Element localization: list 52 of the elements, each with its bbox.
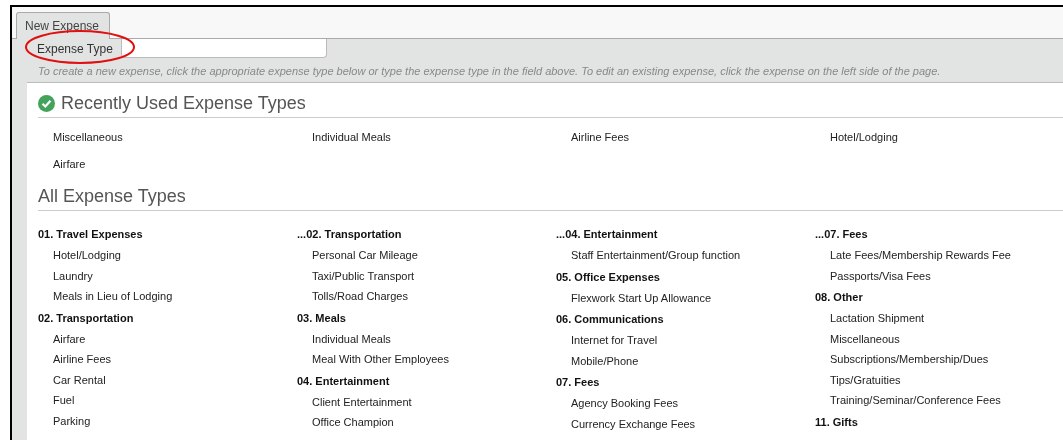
category-heading: ...04. Entertainment bbox=[556, 227, 658, 242]
input-field[interactable] bbox=[120, 39, 327, 58]
tab[interactable]: New Expense bbox=[16, 12, 110, 39]
expense-type-link[interactable]: Hotel/Lodging bbox=[38, 245, 121, 266]
expense-type-link[interactable]: Personal Car Mileage bbox=[297, 245, 418, 266]
expense-type-link[interactable]: Taxi/Public Transport bbox=[297, 265, 415, 286]
expense-type-link[interactable]: Passports/Visa Fees bbox=[815, 265, 931, 286]
expense-type-link[interactable]: Tips/Gratuities bbox=[815, 369, 901, 390]
category-heading: 11. Gifts bbox=[815, 414, 858, 430]
expense-type-link[interactable]: Tolls/Road Charges bbox=[297, 286, 408, 307]
category-heading: 05. Office Expenses bbox=[556, 269, 660, 285]
hint-text: To create a new expense, click the appropriate expense type below or type the expense type in the field above. To edit an existing expense, click the expense on the left side of the page. bbox=[37, 64, 942, 79]
category-heading: ...07. Fees bbox=[815, 227, 868, 242]
expense-type-link[interactable]: Airline Fees bbox=[38, 349, 112, 370]
expense-type-link[interactable]: Individual Meals bbox=[297, 328, 391, 349]
expense-type-link[interactable]: Airfare bbox=[38, 328, 86, 349]
expense-type-link[interactable]: Training/Seminar/Conference Fees bbox=[815, 390, 1001, 411]
category-heading: 08. Other bbox=[815, 290, 863, 305]
expense-type-link[interactable]: Internet for Travel bbox=[556, 330, 658, 351]
expense-type-link[interactable]: Subscriptions/Membership/Dues bbox=[815, 349, 989, 370]
expense-type-link[interactable]: Car Rental bbox=[38, 369, 106, 390]
expense-type-link[interactable]: Flexwork Start Up Allowance bbox=[556, 287, 711, 308]
expense-type-link[interactable]: Agency Booking Fees bbox=[556, 393, 678, 414]
expense-type-link[interactable]: Staff Entertainment/Group function bbox=[556, 245, 741, 266]
field-label: Expense Type bbox=[36, 41, 114, 56]
expense-type-link[interactable]: Individual Meals bbox=[312, 128, 391, 147]
section-title: Recently Used Expense Types bbox=[61, 92, 306, 114]
expense-type-link[interactable]: Currency Exchange Fees bbox=[556, 413, 696, 434]
category-heading: 03. Meals bbox=[297, 310, 346, 326]
category-heading: 07. Fees bbox=[556, 375, 600, 390]
expense-type-link[interactable]: Late Fees/Membership Rewards Fee bbox=[815, 245, 1011, 266]
expense-type-link[interactable]: Airline Fees bbox=[571, 128, 630, 147]
category-heading: 01. Travel Expenses bbox=[38, 227, 143, 242]
expense-type-link[interactable]: Miscellaneous bbox=[815, 328, 900, 349]
expense-type-link[interactable]: Fuel bbox=[38, 390, 75, 411]
section-title: All Expense Types bbox=[38, 185, 186, 207]
expense-type-link[interactable]: Client Entertainment bbox=[297, 391, 412, 412]
check-circle-icon bbox=[38, 94, 55, 112]
expense-type-link[interactable]: Meal With Other Employees bbox=[297, 349, 449, 370]
expense-type-link[interactable]: Laundry bbox=[38, 265, 93, 286]
expense-type-link[interactable]: Parking bbox=[38, 410, 91, 431]
expense-type-link[interactable]: Airfare bbox=[53, 155, 86, 174]
category-heading: ...02. Transportation bbox=[297, 227, 402, 242]
category-heading: 04. Entertainment bbox=[297, 373, 390, 389]
expense-type-link[interactable]: Meals in Lieu of Lodging bbox=[38, 286, 173, 307]
expense-type-link[interactable]: Mobile/Phone bbox=[556, 350, 639, 371]
category-heading: 06. Communications bbox=[556, 312, 664, 327]
expense-type-link[interactable]: Miscellaneous bbox=[53, 128, 123, 147]
expense-type-link[interactable]: Lactation Shipment bbox=[815, 308, 925, 329]
expense-type-link[interactable]: Hotel/Lodging bbox=[830, 128, 898, 147]
category-heading: 02. Transportation bbox=[38, 310, 134, 326]
expense-type-link[interactable]: Office Champion bbox=[297, 412, 394, 433]
